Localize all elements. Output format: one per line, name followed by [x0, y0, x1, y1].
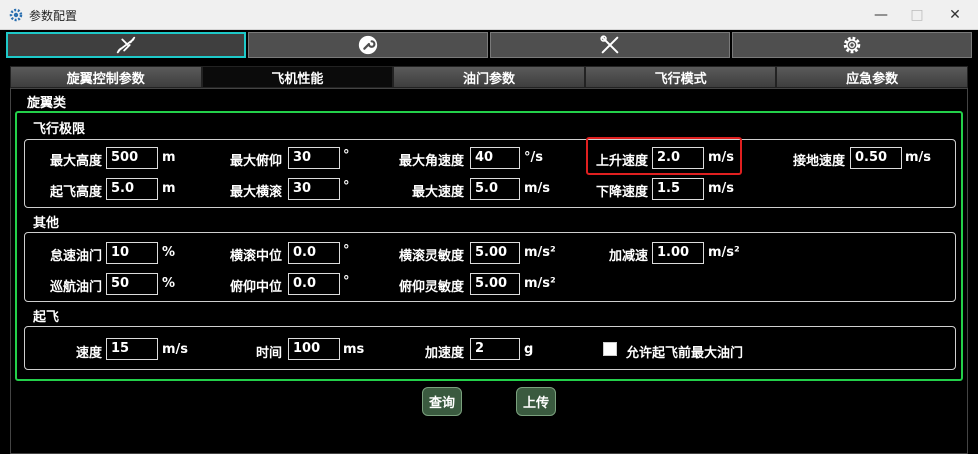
max-roll-label: 最大横滚 [229, 185, 282, 200]
takeoff-altitude-unit: m [162, 181, 176, 196]
landing-speed-input[interactable]: 0.50 [850, 147, 902, 169]
cruise-throttle-unit: % [162, 276, 176, 291]
max-altitude-label: 最大高度 [49, 154, 102, 169]
max-speed-input[interactable]: 5.0 [470, 178, 520, 200]
pitch-neutral-unit: ° [343, 274, 350, 289]
tab-throttle-params[interactable]: 油门参数 [393, 66, 585, 88]
takeoff-acceleration-unit: g [524, 342, 534, 357]
accel-decel-label: 加减速 [608, 249, 648, 264]
takeoff-acceleration-input[interactable]: 2 [470, 338, 520, 360]
takeoff-altitude-label: 起飞高度 [49, 185, 102, 200]
window-title: 参数配置 [29, 9, 78, 23]
tab-aircraft-performance[interactable]: 飞机性能 [201, 66, 394, 88]
max-pitch-input[interactable]: 30 [288, 147, 340, 169]
cruise-throttle-label: 巡航油门 [49, 280, 102, 295]
takeoff-time-input[interactable]: 100 [288, 338, 340, 360]
pitch-neutral-label: 俯仰中位 [229, 280, 282, 295]
descent-speed-label: 下降速度 [595, 185, 648, 200]
allow-max-throttle-label: 允许起飞前最大油门 [626, 346, 744, 361]
roll-neutral-input[interactable]: 0.0 [288, 242, 340, 264]
plane-icon [116, 36, 136, 54]
takeoff-time-label: 时间 [255, 346, 282, 361]
landing-speed-label: 接地速度 [792, 154, 845, 169]
title-bar: 参数配置 — □ ✕ [0, 0, 978, 30]
tab-flight-modes[interactable]: 飞行模式 [584, 66, 777, 88]
flight-limits-title: 飞行极限 [33, 122, 86, 137]
max-speed-unit: m/s [524, 181, 551, 196]
pitch-sensitivity-label: 俯仰灵敏度 [398, 280, 464, 295]
takeoff-speed-unit: m/s [162, 342, 189, 357]
accel-decel-unit: m/s² [708, 245, 740, 260]
wrench-circle-icon [358, 35, 378, 55]
allow-max-throttle-checkbox[interactable] [603, 342, 617, 356]
idle-throttle-label: 怠速油门 [49, 249, 102, 264]
app-gear-icon [9, 8, 23, 22]
takeoff-altitude-input[interactable]: 5.0 [106, 178, 158, 200]
cruise-throttle-input[interactable]: 50 [106, 273, 158, 295]
roll-sensitivity-unit: m/s² [524, 245, 556, 260]
max-altitude-input[interactable]: 500 [106, 147, 158, 169]
descent-speed-input[interactable]: 1.5 [652, 178, 704, 200]
sub-tab-bar: 旋翼控制参数 飞机性能 油门参数 飞行模式 应急参数 [10, 66, 968, 88]
tab-maintenance[interactable] [248, 32, 488, 58]
other-title: 其他 [33, 216, 60, 231]
takeoff-acceleration-label: 加速度 [424, 346, 464, 361]
tools-icon [600, 35, 619, 54]
max-angular-speed-unit: °/s [524, 150, 543, 165]
tab-emergency-params[interactable]: 应急参数 [776, 66, 968, 88]
upload-button[interactable]: 上传 [516, 387, 556, 416]
tab-rotor-control[interactable]: 旋翼控制参数 [10, 66, 202, 88]
tab-settings[interactable] [732, 32, 972, 58]
close-button[interactable]: ✕ [941, 5, 969, 25]
pitch-sensitivity-unit: m/s² [524, 276, 556, 291]
descent-speed-unit: m/s [708, 181, 735, 196]
section-title: 旋翼类 [27, 96, 67, 111]
maximize-button[interactable]: □ [903, 5, 931, 25]
max-angular-speed-input[interactable]: 40 [470, 147, 520, 169]
gear-icon [843, 36, 861, 54]
max-pitch-label: 最大俯仰 [229, 154, 282, 169]
query-button[interactable]: 查询 [422, 387, 462, 416]
max-altitude-unit: m [162, 150, 176, 165]
max-speed-label: 最大速度 [411, 185, 464, 200]
landing-speed-unit: m/s [905, 150, 932, 165]
idle-throttle-unit: % [162, 245, 176, 260]
roll-neutral-label: 横滚中位 [229, 249, 282, 264]
max-angular-speed-label: 最大角速度 [398, 154, 464, 169]
takeoff-time-unit: ms [343, 342, 365, 357]
takeoff-title: 起飞 [33, 310, 60, 325]
idle-throttle-input[interactable]: 10 [106, 242, 158, 264]
roll-neutral-unit: ° [343, 243, 350, 258]
pitch-sensitivity-input[interactable]: 5.00 [470, 273, 520, 295]
roll-sensitivity-input[interactable]: 5.00 [470, 242, 520, 264]
max-roll-input[interactable]: 30 [288, 178, 340, 200]
roll-sensitivity-label: 横滚灵敏度 [398, 249, 464, 264]
accel-decel-input[interactable]: 1.00 [652, 242, 704, 264]
takeoff-speed-input[interactable]: 15 [106, 338, 158, 360]
tab-airframe[interactable] [6, 32, 246, 58]
max-pitch-unit: ° [343, 148, 350, 163]
takeoff-speed-label: 速度 [75, 346, 102, 361]
climb-speed-highlight [586, 137, 742, 175]
pitch-neutral-input[interactable]: 0.0 [288, 273, 340, 295]
minimize-button[interactable]: — [867, 5, 895, 25]
tab-tools[interactable] [490, 32, 730, 58]
max-roll-unit: ° [343, 179, 350, 194]
